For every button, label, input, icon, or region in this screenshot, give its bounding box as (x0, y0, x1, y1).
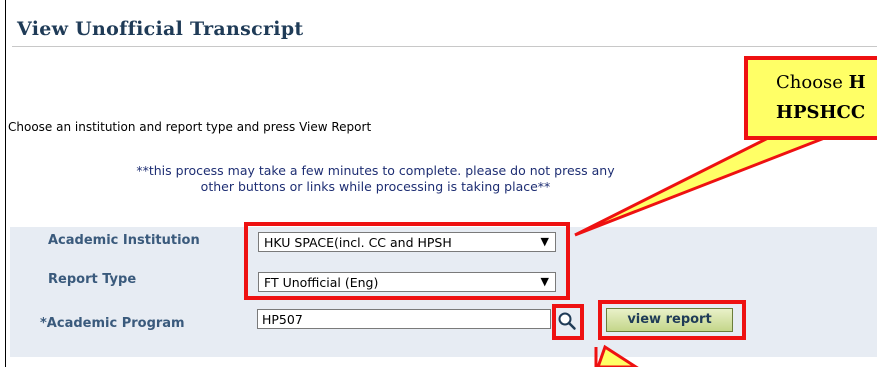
highlight-lookup (552, 304, 584, 340)
callout-line-1-bold: H (848, 72, 866, 93)
callout-line-1-prefix: Choose (776, 72, 849, 93)
callout-line-1: Choose H (776, 68, 877, 98)
highlight-view-report (598, 300, 746, 340)
callout-text: Choose H HPSHCC (776, 68, 877, 128)
callout-pointer-top (574, 130, 841, 237)
callout-pointer-bottom (596, 344, 639, 367)
callout-line-2-bold: HPSHCC (776, 102, 866, 123)
highlight-selects (244, 222, 570, 300)
callout-line-2: HPSHCC (776, 98, 877, 128)
